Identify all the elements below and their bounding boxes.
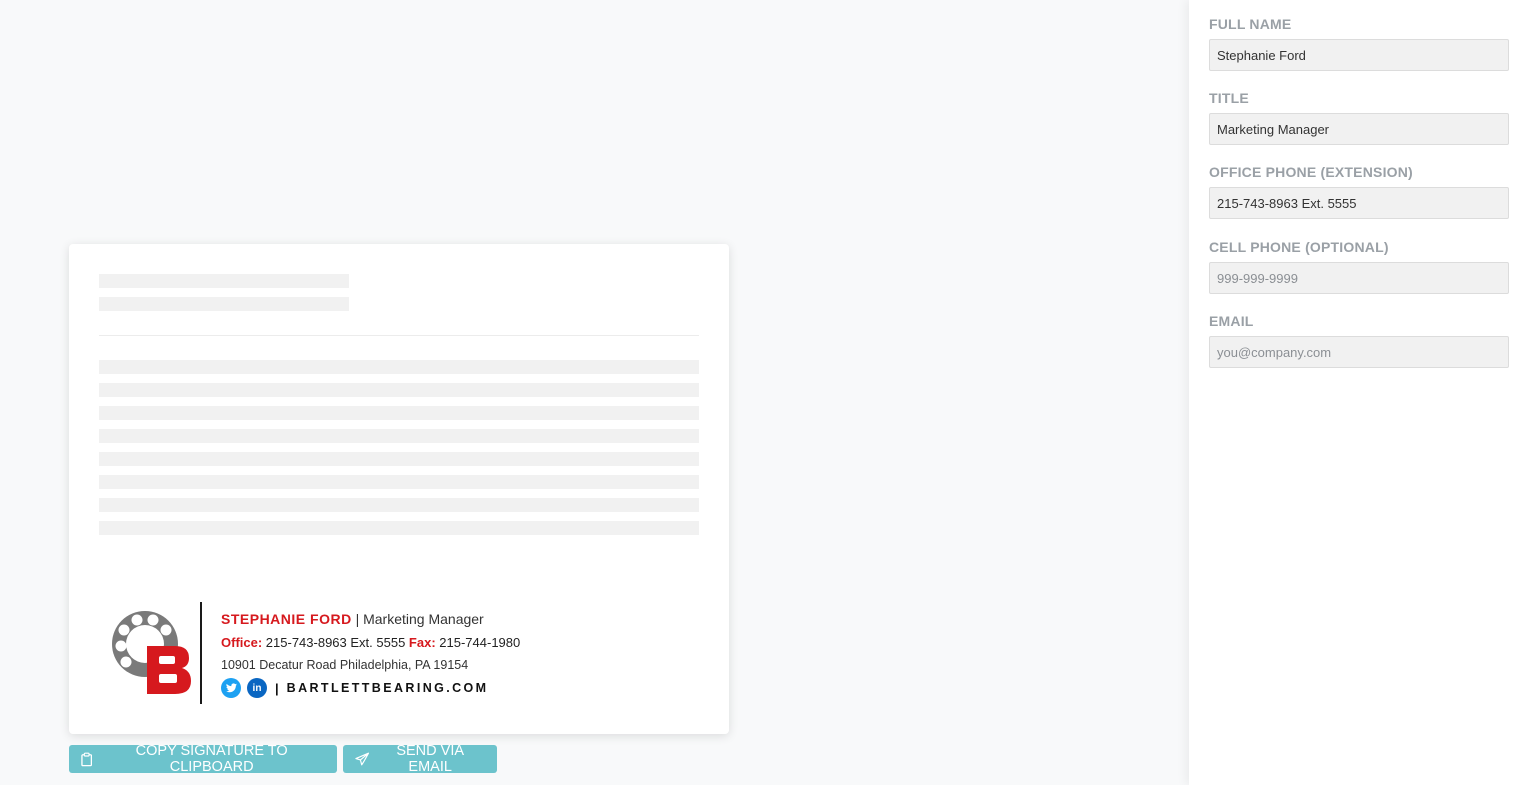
signature-separator: | (355, 611, 360, 627)
linkedin-icon[interactable]: in (247, 678, 267, 698)
signature-divider (200, 602, 202, 704)
email-signature: STEPHANIE FORD | Marketing Manager Offic… (109, 602, 669, 704)
cell-phone-input[interactable] (1209, 262, 1509, 294)
copy-signature-button[interactable]: COPY SIGNATURE TO CLIPBOARD (69, 743, 337, 775)
placeholder-line (99, 498, 699, 512)
cell-phone-label: CELL PHONE (OPTIONAL) (1209, 239, 1389, 255)
copy-signature-label: COPY SIGNATURE TO CLIPBOARD (135, 743, 288, 775)
full-name-field: FULL NAME (1209, 15, 1509, 71)
placeholder-line (99, 297, 349, 311)
paper-plane-icon (355, 752, 370, 766)
email-input[interactable] (1209, 336, 1509, 368)
signature-social-line: in | BARTLETTBEARING.COM (221, 678, 488, 698)
website-link[interactable]: BARTLETTBEARING.COM (287, 681, 489, 695)
office-label: Office: (221, 635, 263, 650)
fax-label: Fax: (408, 635, 436, 650)
preview-divider (99, 335, 699, 336)
app-root: STEPHANIE FORD | Marketing Manager Offic… (0, 0, 1524, 785)
placeholder-line (99, 383, 699, 397)
email-field: EMAIL (1209, 312, 1509, 368)
placeholder-line (99, 406, 699, 420)
placeholder-line (99, 274, 349, 288)
email-preview-card: STEPHANIE FORD | Marketing Manager Offic… (69, 244, 729, 734)
office-phone-label: OFFICE PHONE (EXTENSION) (1209, 164, 1413, 180)
office-phone-input[interactable] (1209, 187, 1509, 219)
placeholder-line (99, 429, 699, 443)
cell-phone-field: CELL PHONE (OPTIONAL) (1209, 238, 1509, 294)
send-via-email-button[interactable]: SEND VIA EMAIL (343, 743, 497, 775)
bartlett-bearing-logo (112, 611, 191, 694)
placeholder-line (99, 360, 699, 374)
title-label: TITLE (1209, 90, 1249, 106)
placeholder-line (99, 521, 699, 535)
placeholder-line (99, 475, 699, 489)
email-label: EMAIL (1209, 313, 1254, 329)
signature-name: STEPHANIE FORD (221, 611, 352, 627)
full-name-label: FULL NAME (1209, 16, 1292, 32)
signature-form-panel: FULL NAME TITLE OFFICE PHONE (EXTENSION)… (1189, 0, 1524, 785)
twitter-icon[interactable] (221, 678, 241, 698)
signature-title: Marketing Manager (363, 611, 484, 627)
signature-address: 10901 Decatur Road Philadelphia, PA 1915… (221, 658, 469, 672)
placeholder-line (99, 452, 699, 466)
clipboard-icon (81, 752, 93, 766)
send-via-email-label: SEND VIA EMAIL (396, 743, 465, 775)
full-name-input[interactable] (1209, 39, 1509, 71)
signature-name-line: STEPHANIE FORD | Marketing Manager (221, 611, 484, 627)
fax-phone: 215-744-1980 (439, 635, 521, 650)
office-phone-field: OFFICE PHONE (EXTENSION) (1209, 163, 1509, 219)
title-field: TITLE (1209, 89, 1509, 145)
title-input[interactable] (1209, 113, 1509, 145)
office-phone: 215-743-8963 Ext. 5555 (265, 635, 406, 650)
social-separator: | (275, 680, 279, 696)
signature-phone-line: Office: 215-743-8963 Ext. 5555 Fax: 215-… (221, 635, 520, 650)
